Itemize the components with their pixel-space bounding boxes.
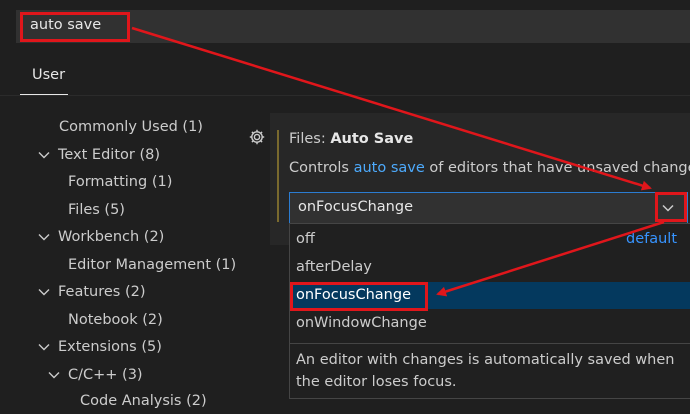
tab-user[interactable]: User xyxy=(20,64,68,96)
chevron-down-icon[interactable] xyxy=(46,367,62,383)
toc-item-label: Editor Management (1) xyxy=(68,257,237,273)
annotation-box-search xyxy=(20,12,130,42)
toc-item-commonly-used[interactable]: Commonly Used (1) xyxy=(59,114,203,140)
toc-item-extensions[interactable]: Extensions (5) xyxy=(36,334,162,360)
toc-item-features[interactable]: Features (2) xyxy=(36,279,146,305)
setting-desc-suffix: of editors that have unsaved changes xyxy=(424,160,690,176)
chevron-down-icon[interactable] xyxy=(36,284,52,300)
toc-item-text-editor[interactable]: Text Editor (8) xyxy=(36,142,160,168)
toc-item-label: Notebook (2) xyxy=(68,312,163,328)
toc-item-label: C/C++ (3) xyxy=(68,367,143,383)
chevron-down-icon[interactable] xyxy=(36,229,52,245)
setting-description: Controls auto save of editors that have … xyxy=(289,160,690,176)
option-off[interactable]: off default xyxy=(290,226,690,253)
toc-item-label: Formatting (1) xyxy=(68,174,173,190)
toc-item-formatting[interactable]: Formatting (1) xyxy=(68,169,172,195)
auto-save-select[interactable]: onFocusChange xyxy=(289,192,688,224)
setting-name: Auto Save xyxy=(330,131,414,147)
option-label: off xyxy=(296,231,315,247)
annotation-box-chevron xyxy=(655,192,687,222)
option-label: afterDelay xyxy=(296,259,372,275)
toc-item-label: Code Analysis (2) xyxy=(80,393,207,409)
chevron-down-icon[interactable] xyxy=(36,339,52,355)
select-value: onFocusChange xyxy=(298,199,413,215)
chevron-down-icon[interactable] xyxy=(36,147,52,163)
tab-user-label: User xyxy=(32,67,66,83)
toc-item-label: Files (5) xyxy=(68,202,125,218)
gear-icon[interactable] xyxy=(248,128,266,146)
setting-title: Files: Auto Save xyxy=(289,131,413,147)
toc-item-code-analysis[interactable]: Code Analysis (2) xyxy=(80,388,207,414)
auto-save-link[interactable]: auto save xyxy=(354,160,425,176)
option-on-window-change[interactable]: onWindowChange xyxy=(290,310,690,337)
toc-item-label: Commonly Used (1) xyxy=(59,119,203,135)
select-dropdown: off default afterDelay onFocusChange onW… xyxy=(289,223,690,399)
annotation-box-option xyxy=(290,282,428,311)
toc-item-workbench[interactable]: Workbench (2) xyxy=(36,224,164,250)
toc-item-notebook[interactable]: Notebook (2) xyxy=(68,307,163,333)
tabs-divider xyxy=(0,95,690,96)
toc-item-label: Extensions (5) xyxy=(58,339,162,355)
toc-item-files[interactable]: Files (5) xyxy=(68,197,125,223)
option-label: onWindowChange xyxy=(296,315,427,331)
default-badge: default xyxy=(626,231,678,247)
dropdown-divider xyxy=(290,343,690,344)
toc-item-label: Text Editor (8) xyxy=(58,147,160,163)
option-after-delay[interactable]: afterDelay xyxy=(290,254,690,281)
setting-category: Files: xyxy=(289,131,331,147)
toc-item-cpp[interactable]: C/C++ (3) xyxy=(46,362,143,388)
toc-item-label: Features (2) xyxy=(58,284,146,300)
toc-item-editor-management[interactable]: Editor Management (1) xyxy=(68,252,236,278)
toc-item-label: Workbench (2) xyxy=(58,229,165,245)
option-description: An editor with changes is automatically … xyxy=(296,352,675,390)
setting-desc-prefix: Controls xyxy=(289,160,354,176)
modified-indicator xyxy=(277,130,279,222)
